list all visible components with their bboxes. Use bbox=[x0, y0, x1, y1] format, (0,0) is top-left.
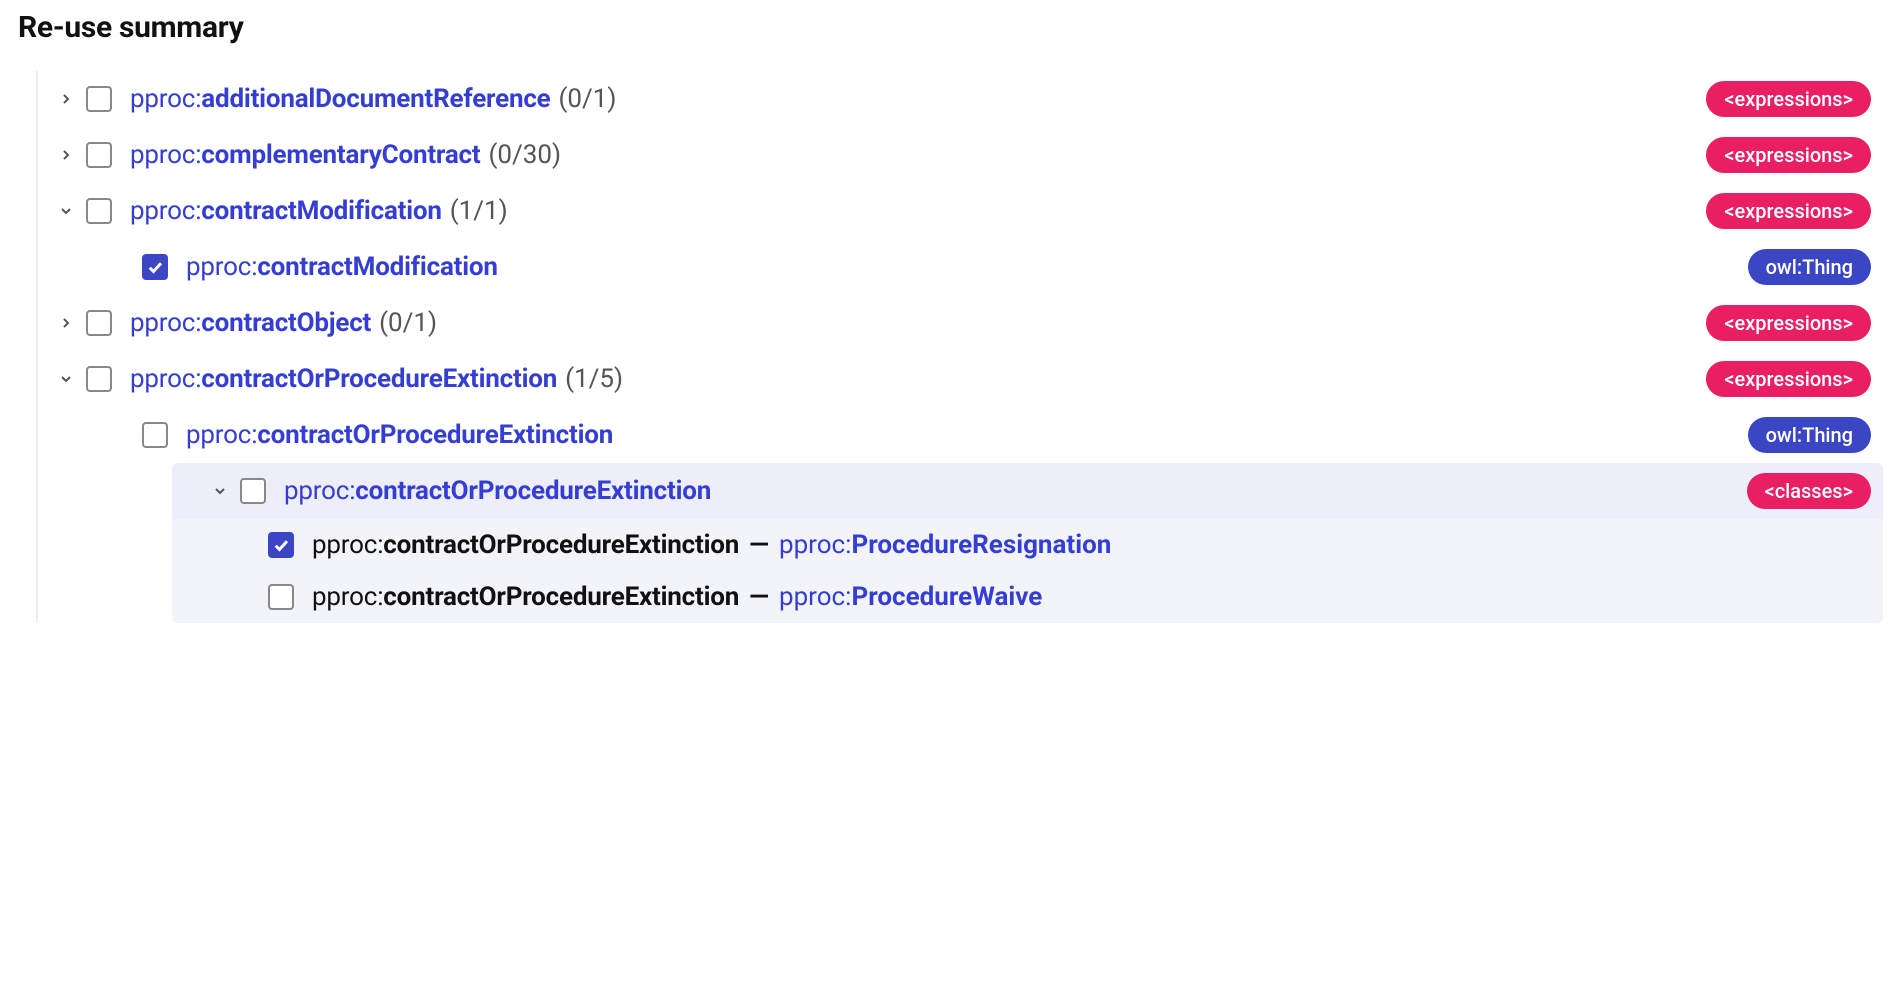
expand-toggle[interactable] bbox=[200, 483, 240, 499]
label-name: contractModification bbox=[201, 196, 441, 226]
property-label[interactable]: pproc:contractOrProcedureExtinction bbox=[130, 364, 557, 394]
dash-separator: — bbox=[749, 530, 769, 560]
property-label[interactable]: pproc:complementaryContract bbox=[130, 140, 481, 170]
type-badge[interactable]: owl:Thing bbox=[1748, 417, 1871, 453]
property-label[interactable]: pproc:additionalDocumentReference bbox=[130, 84, 551, 114]
label-name: contractOrProcedureExtinction bbox=[257, 420, 613, 450]
label-name: contractOrProcedureExtinction bbox=[383, 582, 739, 612]
property-label[interactable]: pproc:contractModification bbox=[186, 252, 498, 282]
chevron-down-icon bbox=[58, 203, 74, 219]
label-prefix: pproc: bbox=[186, 252, 257, 282]
tree-nested-block: pproc:contractOrProcedureExtinction — pp… bbox=[172, 519, 1883, 623]
counts: (0/1) bbox=[379, 308, 437, 338]
classes-badge[interactable]: <classes> bbox=[1747, 473, 1871, 509]
checkbox[interactable] bbox=[86, 142, 112, 168]
label-prefix: pproc: bbox=[284, 476, 355, 506]
checkbox[interactable] bbox=[268, 584, 294, 610]
property-label[interactable]: pproc:contractOrProcedureExtinction bbox=[312, 582, 739, 612]
checkbox[interactable] bbox=[240, 478, 266, 504]
expand-toggle[interactable] bbox=[46, 315, 86, 331]
expand-toggle[interactable] bbox=[46, 91, 86, 107]
type-badge[interactable]: owl:Thing bbox=[1748, 249, 1871, 285]
expressions-badge[interactable]: <expressions> bbox=[1706, 305, 1871, 341]
label-name: contractOrProcedureExtinction bbox=[355, 476, 711, 506]
expand-toggle[interactable] bbox=[46, 147, 86, 163]
expressions-badge[interactable]: <expressions> bbox=[1706, 137, 1871, 173]
label-name: contractObject bbox=[201, 308, 371, 338]
check-icon bbox=[146, 258, 164, 276]
label-prefix: pproc: bbox=[130, 308, 201, 338]
section-title: Re-use summary bbox=[18, 10, 1883, 45]
label-name: contractModification bbox=[257, 252, 497, 282]
expand-toggle[interactable] bbox=[46, 203, 86, 219]
chevron-right-icon bbox=[58, 315, 74, 331]
tree-row: pproc:contractOrProcedureExtinction (1/5… bbox=[46, 351, 1883, 407]
class-name: ProcedureWaive bbox=[851, 582, 1042, 612]
class-prefix: pproc: bbox=[779, 530, 852, 560]
label-prefix: pproc: bbox=[130, 364, 201, 394]
label-prefix: pproc: bbox=[130, 84, 201, 114]
counts: (0/30) bbox=[489, 140, 562, 170]
property-label[interactable]: pproc:contractModification bbox=[130, 196, 442, 226]
tree-row: pproc:contractModification (1/1) <expres… bbox=[46, 183, 1883, 239]
tree-row-child: pproc:contractModification owl:Thing bbox=[46, 239, 1883, 295]
label-name: contractOrProcedureExtinction bbox=[383, 530, 739, 560]
dash-separator: — bbox=[749, 582, 769, 612]
counts: (1/1) bbox=[450, 196, 508, 226]
expressions-badge[interactable]: <expressions> bbox=[1706, 193, 1871, 229]
expressions-badge[interactable]: <expressions> bbox=[1706, 361, 1871, 397]
tree-row: pproc:complementaryContract (0/30) <expr… bbox=[46, 127, 1883, 183]
label-name: additionalDocumentReference bbox=[201, 84, 550, 114]
class-prefix: pproc: bbox=[779, 582, 852, 612]
label-prefix: pproc: bbox=[312, 530, 383, 560]
label-name: complementaryContract bbox=[201, 140, 480, 170]
counts: (1/5) bbox=[565, 364, 623, 394]
chevron-down-icon bbox=[58, 371, 74, 387]
chevron-down-icon bbox=[212, 483, 228, 499]
checkbox[interactable] bbox=[142, 422, 168, 448]
class-label[interactable]: pproc:ProcedureResignation bbox=[779, 530, 1111, 560]
checkbox[interactable] bbox=[268, 532, 294, 558]
tree-row: pproc:contractObject (0/1) <expressions> bbox=[46, 295, 1883, 351]
property-label[interactable]: pproc:contractOrProcedureExtinction bbox=[186, 420, 613, 450]
checkbox[interactable] bbox=[86, 310, 112, 336]
chevron-right-icon bbox=[58, 147, 74, 163]
tree-row: pproc:additionalDocumentReference (0/1) … bbox=[46, 71, 1883, 127]
property-label[interactable]: pproc:contractOrProcedureExtinction bbox=[312, 530, 739, 560]
label-name: contractOrProcedureExtinction bbox=[201, 364, 557, 394]
checkbox[interactable] bbox=[142, 254, 168, 280]
label-prefix: pproc: bbox=[130, 140, 201, 170]
tree-row-grandchild: pproc:contractOrProcedureExtinction — pp… bbox=[228, 519, 1883, 571]
checkbox[interactable] bbox=[86, 366, 112, 392]
class-name: ProcedureResignation bbox=[851, 530, 1111, 560]
checkbox[interactable] bbox=[86, 86, 112, 112]
tree-subgroup: pproc:contractOrProcedureExtinction <cla… bbox=[172, 463, 1883, 623]
class-label[interactable]: pproc:ProcedureWaive bbox=[779, 582, 1042, 612]
label-prefix: pproc: bbox=[130, 196, 201, 226]
checkbox[interactable] bbox=[86, 198, 112, 224]
tree-row-grandchild: pproc:contractOrProcedureExtinction — pp… bbox=[228, 571, 1883, 623]
tree: pproc:additionalDocumentReference (0/1) … bbox=[36, 71, 1883, 623]
page: Re-use summary pproc:additionalDocumentR… bbox=[0, 0, 1901, 653]
tree-row-child: pproc:contractOrProcedureExtinction owl:… bbox=[46, 407, 1883, 463]
check-icon bbox=[272, 536, 290, 554]
expressions-badge[interactable]: <expressions> bbox=[1706, 81, 1871, 117]
tree-row-child: pproc:contractOrProcedureExtinction <cla… bbox=[172, 463, 1883, 519]
property-label[interactable]: pproc:contractOrProcedureExtinction bbox=[284, 476, 711, 506]
property-label[interactable]: pproc:contractObject bbox=[130, 308, 371, 338]
label-prefix: pproc: bbox=[186, 420, 257, 450]
chevron-right-icon bbox=[58, 91, 74, 107]
label-prefix: pproc: bbox=[312, 582, 383, 612]
counts: (0/1) bbox=[559, 84, 617, 114]
expand-toggle[interactable] bbox=[46, 371, 86, 387]
